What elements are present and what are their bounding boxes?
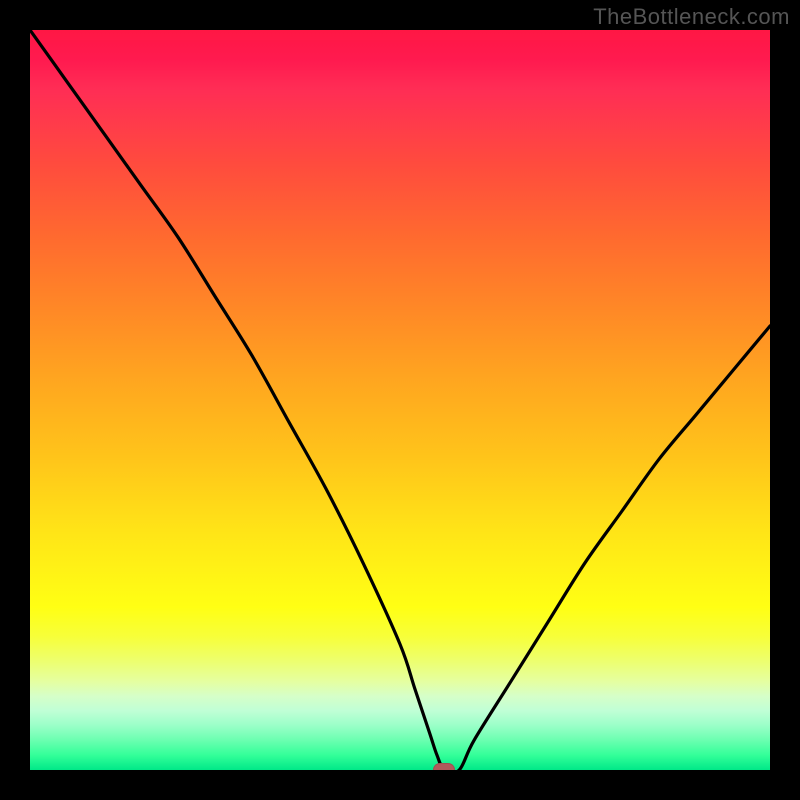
plot-area bbox=[30, 30, 770, 770]
curve-path bbox=[30, 30, 770, 770]
attribution-text: TheBottleneck.com bbox=[593, 4, 790, 30]
bottleneck-curve bbox=[30, 30, 770, 770]
chart-frame: TheBottleneck.com bbox=[0, 0, 800, 800]
optimal-point-marker bbox=[433, 763, 455, 770]
